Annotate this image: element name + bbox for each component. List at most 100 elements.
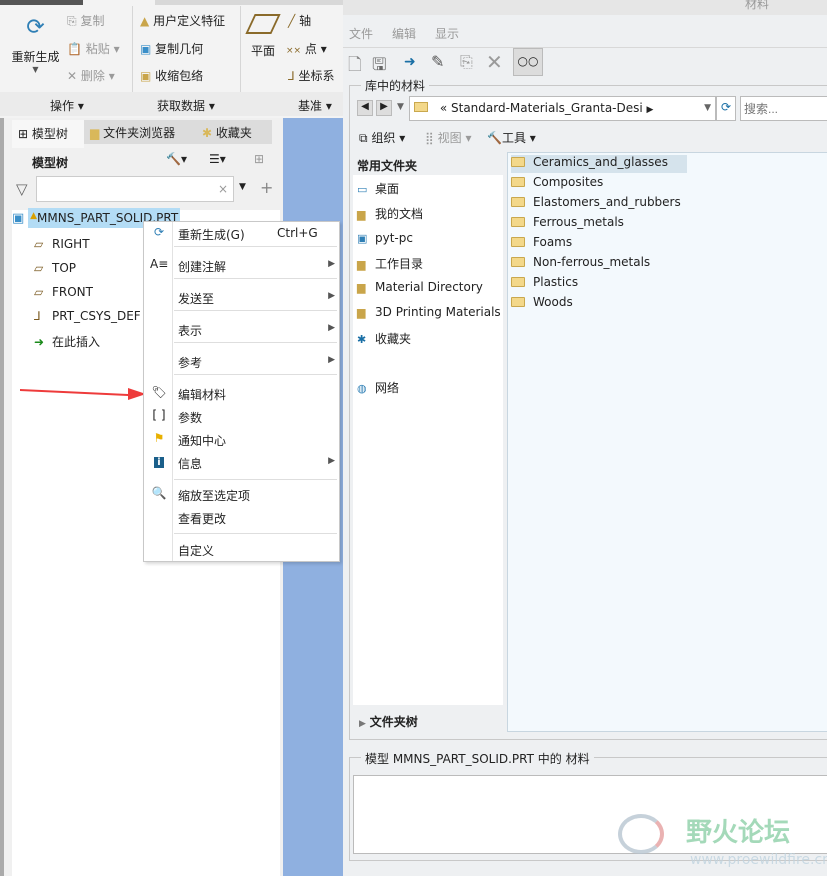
assign-arrow-icon[interactable]: ➜ — [404, 54, 416, 70]
copy-geometry-button[interactable]: ▣ 复制几何 — [140, 40, 203, 57]
menu-file[interactable]: 文件 — [349, 25, 373, 42]
filter-input[interactable] — [36, 176, 234, 202]
folder-item[interactable]: Ferrous_metals — [511, 215, 632, 233]
add-filter-button[interactable]: + — [260, 178, 273, 197]
watermark-logo — [618, 814, 664, 854]
refresh-button[interactable]: ⟳ — [716, 96, 736, 121]
arrow-right-icon: ➜ — [34, 335, 45, 349]
copy-button[interactable]: ⎘ 复制 — [67, 12, 104, 29]
folder-icon — [511, 277, 525, 287]
favorite-documents[interactable]: ▆ 我的文档 — [357, 205, 423, 225]
favorite-pc[interactable]: ▣ pyt-pc — [357, 231, 413, 251]
tab-model-tree[interactable]: ⊞ 模型树 — [12, 120, 84, 148]
regenerate-button[interactable]: ⟳ 重新生成 ▼ — [8, 8, 63, 86]
group-operations[interactable]: 操作 ▾ — [50, 97, 84, 114]
menu-edit-material[interactable]: 🏷 编辑材料 — [144, 383, 341, 405]
folder-item[interactable]: Woods — [511, 295, 581, 313]
folder-item[interactable]: Non-ferrous_metals — [511, 255, 658, 273]
menu-regenerate[interactable]: ⟳ 重新生成(G) Ctrl+G — [144, 223, 341, 245]
filter-dropdown[interactable]: ▼ — [239, 182, 246, 192]
folder-icon: ▆ — [357, 306, 366, 319]
tree-filter-icon[interactable]: ⊞ — [254, 152, 264, 166]
menu-customize[interactable]: 自定义 — [144, 539, 341, 561]
library-group-label: 库中的材料 — [361, 77, 430, 94]
parameters-icon: [ ] — [152, 408, 166, 422]
menu-edit[interactable]: 编辑 — [392, 25, 416, 42]
menu-display[interactable]: 显示 — [435, 25, 459, 42]
panel-header: 模型树 — [32, 156, 69, 170]
favorites-header: 常用文件夹 — [357, 159, 418, 173]
menu-reference[interactable]: 参考 ▶ — [144, 351, 341, 373]
tree-item-right[interactable]: ▱ RIGHT — [34, 237, 90, 257]
red-arrow-annotation — [20, 388, 146, 400]
back-button[interactable]: ◀ — [357, 100, 373, 116]
axis-button[interactable]: ╱ 轴 — [288, 12, 311, 29]
menu-send-to[interactable]: 发送至 ▶ — [144, 287, 341, 309]
folder-tree-toggle[interactable]: ▶ 文件夹树 — [359, 713, 418, 730]
paste-button[interactable]: 📋 粘贴 ▾ — [67, 40, 120, 57]
working-dir-icon: ▆ — [357, 258, 366, 271]
folder-item[interactable]: Ceramics_and_glasses — [511, 155, 687, 173]
favorite-3d-printing[interactable]: ▆ 3D Printing Materials — [357, 305, 501, 325]
folder-item[interactable]: Elastomers_and_rubbers — [511, 195, 689, 213]
menu-notification-center[interactable]: ⚑ 通知中心 — [144, 429, 341, 451]
new-icon[interactable]: 🗋 — [348, 52, 362, 81]
favorite-working-dir[interactable]: ▆ 工作目录 — [357, 255, 423, 275]
folder-icon — [511, 197, 525, 207]
menu-info[interactable]: i 信息 ▶ — [144, 452, 341, 474]
menu-parameters[interactable]: [ ] 参数 — [144, 406, 341, 428]
delete-icon: ✕ — [67, 69, 78, 83]
path-bar[interactable]: « Standard-Materials_Granta-Desi ▶ ▼ — [409, 96, 716, 121]
tree-item-front[interactable]: ▱ FRONT — [34, 285, 93, 305]
shrinkwrap-button[interactable]: ▣ 收缩包络 — [140, 67, 203, 84]
organize-menu[interactable]: ⧉ 组织 ▾ — [359, 129, 405, 146]
tree-item-csys[interactable]: ⅃ PRT_CSYS_DEF — [34, 309, 141, 329]
axis-icon: ╱ — [288, 14, 296, 28]
menu-create-annotation[interactable]: A≡ 创建注解 ▶ — [144, 255, 341, 277]
plane-icon: ▱ — [34, 285, 44, 299]
folder-item[interactable]: Composites — [511, 175, 611, 193]
user-feature-button[interactable]: ▲ 用户定义特征 — [140, 12, 225, 29]
edit-pencil-icon[interactable]: ✎ — [431, 52, 444, 71]
point-button[interactable]: ×× 点 ▾ — [286, 40, 327, 57]
folder-icon — [511, 237, 525, 247]
favorite-desktop[interactable]: ▭ 桌面 — [357, 180, 399, 200]
regenerate-icon: ⟳ — [26, 15, 45, 40]
tab-folder-browser[interactable]: ▆ 文件夹浏览器 — [84, 120, 196, 144]
csys-button[interactable]: ⅃ 坐标系 — [288, 67, 335, 84]
tree-item-top[interactable]: ▱ TOP — [34, 261, 76, 281]
ribbon: ⟳ 重新生成 ▼ ⎘ 复制 📋 粘贴 ▾ ✕ 删除 ▾ ▲ 用户定义特征 ▣ 复… — [0, 0, 343, 118]
delete-button[interactable]: ✕ 删除 ▾ — [67, 67, 115, 84]
tree-item-insert-here[interactable]: ➜ 在此插入 — [34, 333, 100, 353]
group-datum[interactable]: 基准 ▾ — [298, 97, 332, 114]
group-get-data[interactable]: 获取数据 ▾ — [157, 97, 215, 114]
materials-dialog: 材料 文件 编辑 显示 🗋 🖫 ➜ ✎ ⎘ ✕ ○○ 库中的材料 ◀ ▶ ▼ «… — [343, 0, 827, 876]
menu-view-changes[interactable]: 查看更改 — [144, 507, 341, 529]
show-button[interactable]: ☰▾ — [209, 152, 226, 166]
folder-item[interactable]: Foams — [511, 235, 580, 253]
copy-icon[interactable]: ⎘ — [460, 52, 473, 72]
view-menu[interactable]: ⣿ 视图 ▾ — [425, 129, 471, 146]
favorite-material-directory[interactable]: ▆ Material Directory — [357, 280, 483, 300]
clear-filter-icon[interactable]: × — [218, 182, 228, 196]
search-input[interactable] — [740, 96, 827, 121]
tab-favorites[interactable]: ✱ 收藏夹 — [196, 120, 272, 144]
history-dropdown[interactable]: ▼ — [397, 102, 404, 112]
csys-icon: ⅃ — [34, 309, 41, 323]
context-menu: ⟳ 重新生成(G) Ctrl+G A≡ 创建注解 ▶ 发送至 ▶ 表示 ▶ 参考 ▶ 🏷 编辑材… — [143, 221, 340, 562]
menu-represent[interactable]: 表示 ▶ — [144, 319, 341, 341]
network-icon: ◍ — [357, 382, 367, 395]
favorite-network[interactable]: ◍ 网络 — [357, 379, 399, 399]
settings-button[interactable]: 🔨▾ — [166, 152, 187, 166]
plane-button[interactable]: 平面 — [245, 14, 281, 59]
glasses-icon: ○○ — [517, 54, 539, 68]
copy-geometry-icon: ▣ — [140, 42, 152, 56]
delete-icon[interactable]: ✕ — [486, 50, 503, 74]
tools-menu[interactable]: 🔨工具 ▾ — [487, 129, 536, 146]
point-icon: ×× — [286, 46, 302, 56]
menu-zoom-to-selected[interactable]: 🔍 缩放至选定项 — [144, 484, 341, 506]
folder-item[interactable]: Plastics — [511, 275, 586, 293]
favorite-favorites[interactable]: ✱ 收藏夹 — [357, 330, 411, 350]
forward-button[interactable]: ▶ — [376, 100, 392, 116]
view-glasses-button[interactable]: ○○ — [513, 48, 543, 76]
